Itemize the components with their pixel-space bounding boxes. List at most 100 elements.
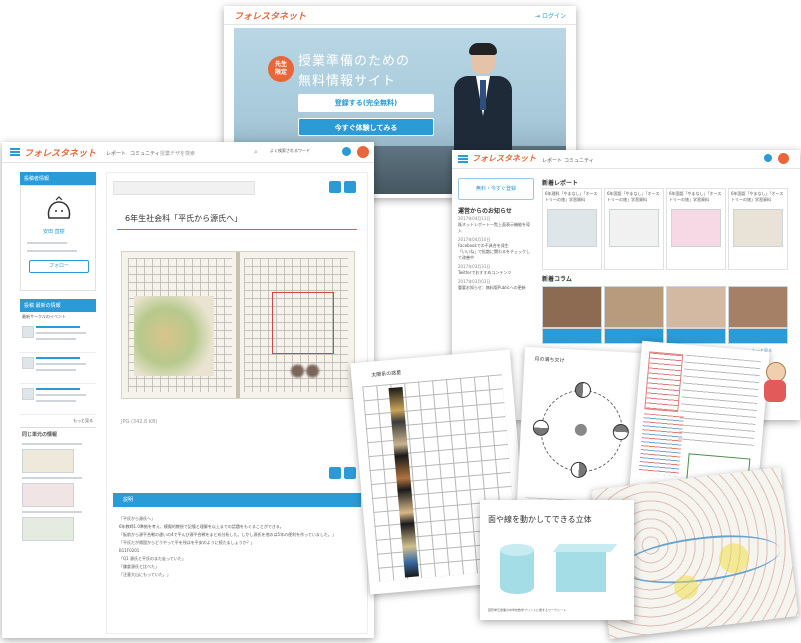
- register-cta[interactable]: 無料・今すぐ登録: [458, 178, 534, 200]
- avatar[interactable]: [778, 153, 789, 164]
- menu-icon[interactable]: [10, 148, 20, 156]
- register-button[interactable]: 登録する(完全無料): [298, 94, 434, 112]
- report-card-title: 6年理科「やまなし」「オーストリーの旅」学習資料: [545, 191, 598, 202]
- description-line: B11F0201: [119, 548, 140, 553]
- solid-figure-worksheet: 面や線を動かしてできる立体 図形単元授業の中学校数学プリントに関するワークシート: [480, 500, 634, 620]
- notes-red-box: [644, 351, 684, 413]
- report-card-image: [733, 209, 783, 247]
- report-card-image: [547, 209, 597, 247]
- notice-item[interactable]: 既ネットレポート一覧上面表示機能を導入: [458, 222, 532, 234]
- related-item[interactable]: [20, 475, 96, 509]
- sidebar-more-link[interactable]: もっと見る: [20, 415, 96, 427]
- notice-item[interactable]: 重要お知らせ：無料版Publicへの更新: [458, 285, 532, 291]
- solid-caption: 図形単元授業の中学校数学プリントに関するワークシート: [488, 608, 567, 612]
- related-header: 同じ単元の情報: [20, 427, 96, 441]
- event-item[interactable]: [20, 322, 96, 353]
- report-card[interactable]: 6年理科「やまなし」「オーストリーの旅」学習資料: [542, 188, 602, 270]
- description-line: 「板前から源平合戦の違いの4で平んび源平合戦をまとめ分析した。しかし源氏を他のは…: [119, 532, 336, 537]
- column-card[interactable]: [728, 328, 788, 344]
- event-item[interactable]: [20, 353, 96, 384]
- report-card-image: [671, 209, 721, 247]
- notification-icon[interactable]: [342, 147, 351, 156]
- column-card[interactable]: [666, 328, 726, 344]
- description-line: 「平氏から源氏へ」: [119, 516, 155, 521]
- hero-header: フォレスタネット ⇥ ログイン: [224, 6, 576, 25]
- notice-item[interactable]: Twitterでおすすめコンテンツ: [458, 270, 532, 276]
- login-label: ログイン: [541, 13, 566, 20]
- planets-title: 太陽系の惑星: [371, 370, 402, 379]
- nav-reports[interactable]: レポート: [542, 157, 562, 164]
- notice-item[interactable]: 「いいね」で拡散に関わるをチェックして改善中: [458, 249, 532, 261]
- description-header: 説明: [113, 493, 361, 507]
- report-card[interactable]: 6年国語「やまなし」「オーストリーの旅」学習資料: [728, 188, 788, 270]
- stats-line: [27, 242, 67, 244]
- cylinder-top: [500, 544, 534, 556]
- site-logo[interactable]: フォレスタネット: [24, 146, 96, 159]
- report-card[interactable]: 6年国語「やまなし」「オーストリーの旅」学習資料: [604, 188, 664, 270]
- avatar[interactable]: [357, 146, 369, 158]
- column-card[interactable]: [728, 286, 788, 328]
- notification-icon[interactable]: [764, 154, 772, 162]
- castle-drawing: [134, 296, 214, 376]
- report-card-image: [609, 209, 659, 247]
- home-header: フォレスタネット レポート コミュニティ: [452, 150, 800, 169]
- print-button[interactable]: [344, 467, 356, 479]
- title-underline: [117, 229, 357, 230]
- bookmark-button[interactable]: [344, 181, 356, 193]
- register-cta-label: 無料・今すぐ登録: [475, 186, 516, 192]
- avatar-illustration: [47, 196, 71, 219]
- popular-words[interactable]: よく検索されるワード: [270, 148, 310, 154]
- moon-phase: [570, 461, 588, 479]
- description-line: 「Q1 源氏と平氏のまだ走っていた」: [119, 556, 186, 561]
- new-columns-heading: 新着コラム: [542, 276, 572, 283]
- report-card-title: 6年国語「やまなし」「オーストリーの旅」学習資料: [607, 191, 660, 202]
- site-logo[interactable]: フォレスタネット: [472, 153, 536, 164]
- description-line: 「注意大山にもっていた。」: [119, 572, 171, 577]
- nav-reports[interactable]: レポート: [106, 150, 126, 157]
- notebook-image[interactable]: [121, 251, 355, 399]
- solid-title: 面や線を動かしてできる立体: [488, 515, 592, 524]
- search-icon[interactable]: ⌕: [254, 148, 258, 157]
- event-item[interactable]: [20, 384, 96, 415]
- menu-icon[interactable]: [458, 155, 468, 163]
- follow-button[interactable]: フォロー: [29, 260, 89, 273]
- notices-list: 2017年04月11日 既ネットレポート一覧上面表示機能を導入 2017年04月…: [458, 216, 532, 291]
- nav-community[interactable]: コミュニティ: [130, 150, 160, 157]
- try-button[interactable]: 今すぐ体験してみる: [298, 118, 434, 136]
- profile-header: 投稿者情報: [20, 172, 96, 185]
- limited-badge: 先生 限定: [268, 56, 294, 82]
- report-card[interactable]: 6年国語「やまなし」「オーストリーの旅」学習資料: [666, 188, 726, 270]
- share-button[interactable]: [329, 181, 341, 193]
- site-logo[interactable]: フォレスタネット: [234, 9, 306, 22]
- description-line: 6年教師1.0準拠を考え、模擬的教授で記憶と理解を以上までの話題をもぐることがで…: [119, 524, 284, 529]
- report-header: フォレスタネット レポート コミュニティ 授業デザを検索 ⌕ よく検索されるワー…: [2, 142, 374, 163]
- column-card[interactable]: [542, 286, 602, 328]
- hero-headline-1: 授業準備のための: [298, 54, 411, 69]
- moon-phase: [612, 423, 630, 441]
- prism-top: [552, 544, 618, 552]
- author-name[interactable]: 安田 直樹: [43, 228, 65, 235]
- column-card[interactable]: [666, 286, 726, 328]
- download-button[interactable]: [329, 467, 341, 479]
- related-item[interactable]: [20, 509, 96, 543]
- related-item[interactable]: [20, 441, 96, 475]
- sidebar: 投稿者情報 安田 直樹 フォロー 投稿 最新の情報 最新サークルのイベント もっ…: [20, 172, 96, 632]
- report-page: フォレスタネット レポート コミュニティ 授業デザを検索 ⌕ よく検索されるワー…: [2, 142, 374, 638]
- notebook-gutter: [236, 252, 240, 398]
- description-line: 「鎌倉源氏と比べた」: [119, 564, 159, 569]
- sidebar-header: 投稿 最新の情報: [20, 299, 96, 312]
- notices-heading: 運営からのお知らせ: [458, 208, 512, 215]
- search-input[interactable]: 授業デザを検索: [160, 150, 195, 157]
- image-caption: JPG (342.8 KB): [121, 419, 158, 425]
- login-link[interactable]: ⇥ ログイン: [535, 11, 566, 20]
- notes-colored-lines: [638, 413, 684, 477]
- blurred-faces: [290, 362, 320, 380]
- prism-shape: [556, 550, 606, 592]
- description-body: 「平氏から源氏へ」 6年教師1.0準拠を考え、模擬的教授で記憶と理解を以上までの…: [119, 515, 355, 579]
- main-content: 6年生社会科「平氏から源氏へ」 JPG (342.8 KB) 説明 「平氏から源…: [106, 172, 368, 634]
- column-card[interactable]: [542, 328, 602, 344]
- description-line: 「平氏だが帰国からどうやって平を残はを平安のように続たましょうか？」: [119, 540, 255, 545]
- profile-card: 安田 直樹 フォロー: [20, 185, 96, 291]
- column-card[interactable]: [604, 286, 664, 328]
- nav-community[interactable]: コミュニティ: [564, 157, 594, 164]
